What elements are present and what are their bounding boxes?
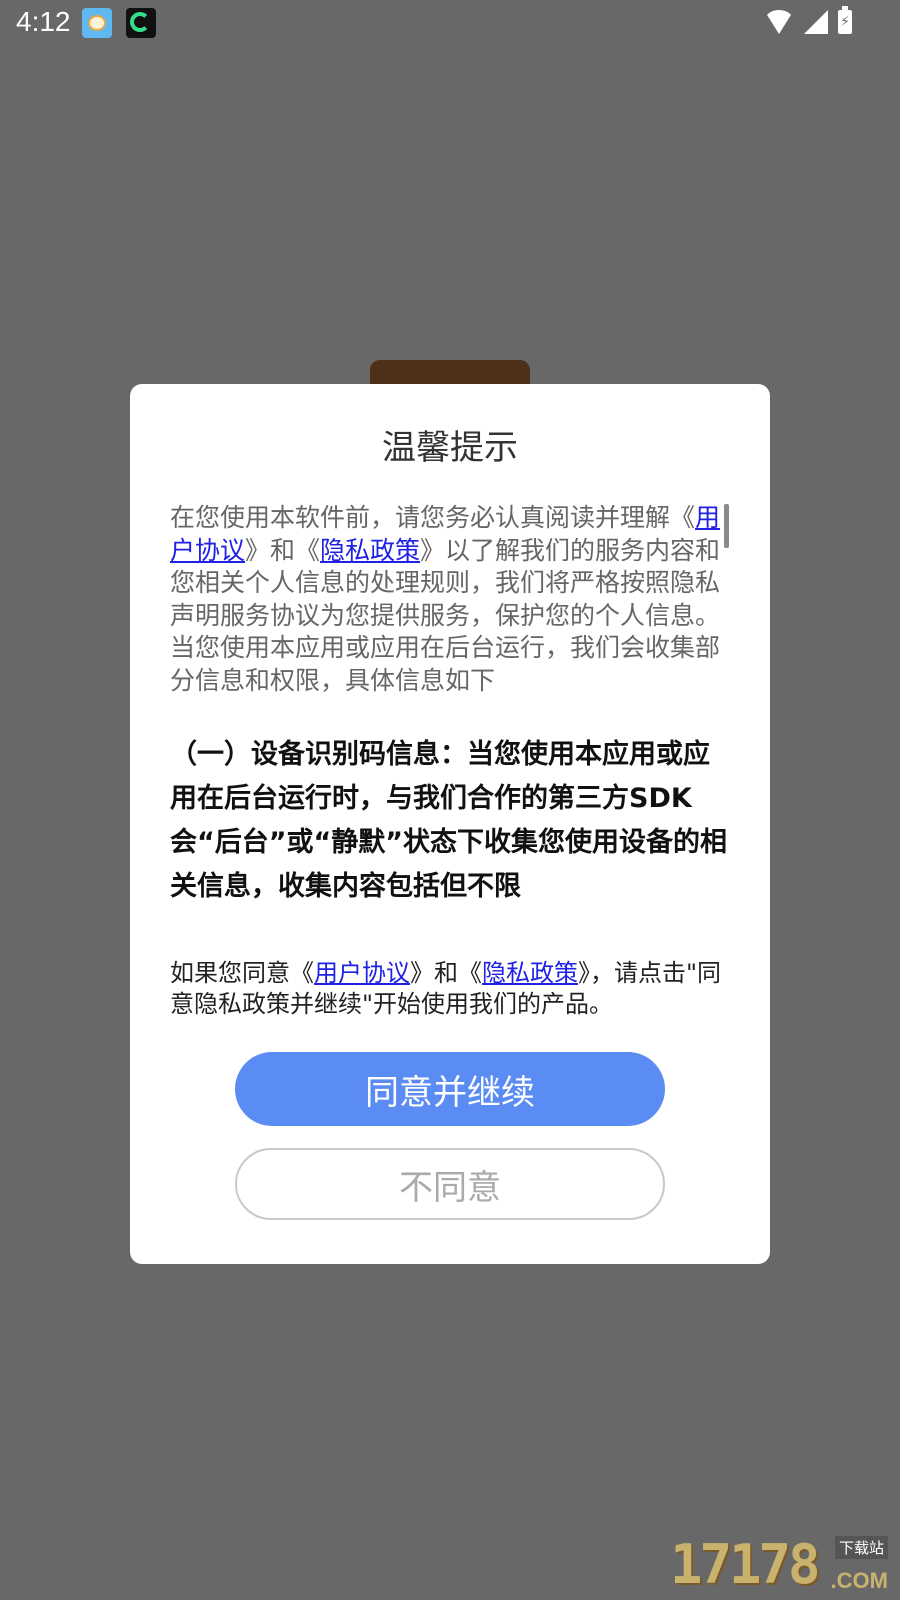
system-icons — [764, 6, 852, 34]
consent-text: 如果您同意《用户协议》和《隐私政策》，请点击"同意隐私政策并继续"开始使用我们的… — [170, 959, 722, 1018]
policy-scroll-area[interactable]: 在您使用本软件前，请您务必认真阅读并理解《用户协议》和《隐私政策》以了解我们的服… — [170, 502, 730, 920]
dialog-title: 温馨提示 — [382, 428, 518, 468]
watermark-label: 下载站 — [834, 1536, 888, 1559]
privacy-dialog: 温馨提示 在您使用本软件前，请您务必认真阅读并理解《用户协议》和《隐私政策》以了… — [130, 384, 770, 1264]
disagree-button[interactable]: 不同意 — [235, 1148, 665, 1220]
privacy-policy-link[interactable]: 隐私政策 — [320, 536, 420, 565]
baby-app-icon — [82, 8, 112, 38]
policy-intro-text: 在您使用本软件前，请您务必认真阅读并理解《用户协议》和《隐私政策》以了解我们的服… — [170, 503, 721, 695]
device-id-section: （一）设备识别码信息：当您使用本应用或应用在后台运行时，与我们合作的第三方SDK… — [170, 739, 727, 902]
watermark-suffix: .COM — [830, 1568, 888, 1593]
agree-button[interactable]: 同意并继续 — [235, 1052, 665, 1126]
wifi-icon — [764, 10, 794, 34]
consent-privacy-policy-link[interactable]: 隐私政策 — [482, 959, 578, 987]
status-bar: 4:12 — [0, 0, 900, 48]
battery-charging-icon — [838, 6, 852, 34]
consent-user-agreement-link[interactable]: 用户协议 — [314, 959, 410, 987]
signal-icon — [804, 10, 828, 34]
scrollbar-thumb[interactable] — [724, 504, 729, 548]
watermark-number: 17178 — [670, 1533, 821, 1596]
watermark-logo: 17178 下载站 .COM — [670, 1533, 888, 1596]
moon-app-icon — [126, 8, 156, 38]
status-time: 4:12 — [16, 6, 71, 37]
